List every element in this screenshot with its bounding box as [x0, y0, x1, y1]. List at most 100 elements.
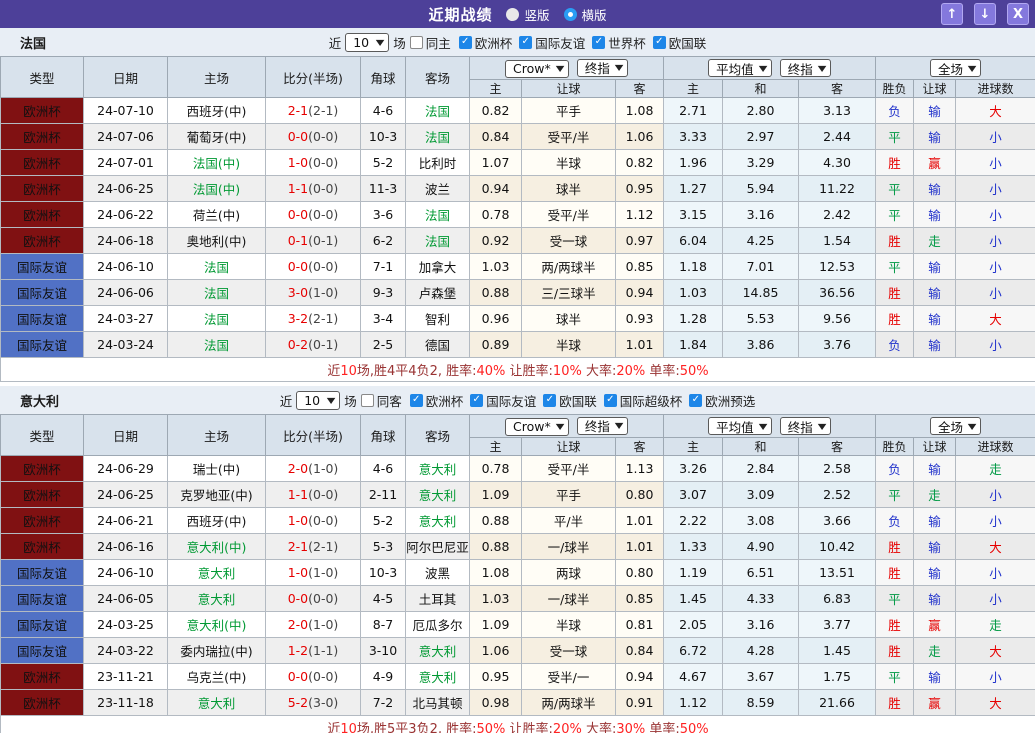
away-team-cell: 法国: [406, 202, 470, 228]
competition-checkbox[interactable]: ✓欧洲预选: [689, 391, 755, 410]
handicap-cell: 一/球半: [522, 586, 616, 612]
final-index-select[interactable]: 终指▼: [577, 417, 628, 435]
filters-bar: 近 10 ▼ 场 同客 ✓欧洲杯✓国际友谊✓欧国联✓国际超级杯✓欧洲预选: [280, 391, 756, 410]
match-date-cell: 24-06-21: [84, 508, 168, 534]
handicap-cell: 两球: [522, 560, 616, 586]
final-index-select[interactable]: 终指▼: [780, 59, 831, 77]
full-match-select[interactable]: 全场▼: [930, 417, 981, 435]
result-wdl-cell: 平: [876, 254, 914, 280]
odds-home-cell: 1.08: [470, 560, 522, 586]
col-avg-away: 客: [799, 438, 876, 456]
final-index-select[interactable]: 终指▼: [577, 59, 628, 77]
match-type-cell: 欧洲杯: [1, 482, 84, 508]
layout-radio-vertical[interactable]: 竖版: [506, 5, 549, 24]
chevron-down-icon: ▼: [818, 422, 827, 431]
match-type-cell: 欧洲杯: [1, 150, 84, 176]
odds-away-cell: 0.97: [616, 228, 664, 254]
move-down-button[interactable]: ↓: [974, 3, 996, 25]
match-type-cell: 欧洲杯: [1, 176, 84, 202]
competition-filters: ✓欧洲杯✓国际友谊✓欧国联✓国际超级杯✓欧洲预选: [410, 391, 756, 410]
match-type-cell: 欧洲杯: [1, 456, 84, 482]
same-venue-checkbox[interactable]: 同客: [361, 391, 402, 410]
avg-away-cell: 10.42: [799, 534, 876, 560]
odds-away-cell: 0.81: [616, 612, 664, 638]
competition-checkbox[interactable]: ✓国际友谊: [519, 33, 585, 52]
competition-checkbox[interactable]: ✓欧国联: [543, 391, 597, 410]
competition-checkbox[interactable]: ✓欧洲杯: [459, 33, 513, 52]
avg-home-cell: 1.84: [664, 332, 723, 358]
move-up-button[interactable]: ↑: [941, 3, 963, 25]
avg-away-cell: 3.76: [799, 332, 876, 358]
match-row: 国际友谊24-03-27法国3-2(2-1)3-4智利0.96球半0.931.2…: [1, 306, 1035, 332]
layout-radio-horizontal[interactable]: 横版: [564, 5, 607, 24]
competition-checkbox[interactable]: ✓世界杯: [592, 33, 646, 52]
checkbox-checked-icon: ✓: [410, 394, 423, 407]
avg-draw-cell: 3.16: [723, 612, 799, 638]
result-handicap-cell: 走: [914, 228, 956, 254]
competition-checkbox[interactable]: ✓国际超级杯: [604, 391, 683, 410]
recent-count-value: 10: [353, 35, 369, 50]
checkbox-checked-icon: ✓: [689, 394, 702, 407]
full-match-select[interactable]: 全场▼: [930, 59, 981, 77]
matches-tbody: 欧洲杯24-06-29瑞士(中)2-0(1-0)4-6意大利0.78受平/半1.…: [1, 456, 1035, 716]
average-select[interactable]: 平均值▼: [708, 417, 772, 435]
match-date-cell: 24-03-25: [84, 612, 168, 638]
match-date-cell: 24-06-06: [84, 280, 168, 306]
same-venue-checkbox[interactable]: 同主: [410, 33, 451, 52]
match-row: 欧洲杯24-06-21西班牙(中)1-0(0-0)5-2意大利0.88平/半1.…: [1, 508, 1035, 534]
match-row: 欧洲杯24-07-10西班牙(中)2-1(2-1)4-6法国0.82平手1.08…: [1, 98, 1035, 124]
competition-label: 欧洲预选: [705, 391, 755, 410]
result-wdl-cell: 平: [876, 586, 914, 612]
radio-label-text: 竖版: [524, 5, 549, 24]
bookmaker-select[interactable]: Crow*▼: [505, 60, 569, 78]
chevron-down-icon: ▼: [376, 38, 385, 47]
summary-label: 场,胜5平3负2, 胜率:: [357, 722, 477, 733]
competition-checkbox[interactable]: ✓国际友谊: [470, 391, 536, 410]
recent-count-select[interactable]: 10 ▼: [296, 391, 340, 410]
chevron-down-icon: ▼: [327, 396, 336, 405]
competition-checkbox[interactable]: ✓欧国联: [653, 33, 707, 52]
competition-label: 欧洲杯: [475, 33, 513, 52]
odds-away-cell: 1.01: [616, 534, 664, 560]
col-odds-home: 主: [470, 438, 522, 456]
avg-home-cell: 3.07: [664, 482, 723, 508]
filters-bar: 近 10 ▼ 场 同主 ✓欧洲杯✓国际友谊✓世界杯✓欧国联: [329, 33, 707, 52]
score-cell: 0-0(0-0): [266, 254, 361, 280]
odds-away-cell: 0.85: [616, 254, 664, 280]
matches-table: 类型 日期 主场 比分(半场) 角球 客场 Crow*▼ 终指▼ 平均值▼ 终指…: [0, 56, 1035, 382]
result-goals-cell: 小: [956, 124, 1035, 150]
close-button[interactable]: X: [1007, 3, 1029, 25]
score-cell: 2-1(2-1): [266, 534, 361, 560]
col-score: 比分(半场): [266, 57, 361, 98]
match-row: 国际友谊24-03-22委内瑞拉(中)1-2(1-1)3-10意大利1.06受一…: [1, 638, 1035, 664]
corner-cell: 10-3: [361, 560, 406, 586]
away-team-cell: 法国: [406, 98, 470, 124]
section-header: 法国 近 10 ▼ 场 同主 ✓欧洲杯✓国际友谊✓世界杯✓欧国联: [0, 28, 1035, 56]
result-handicap-cell: 走: [914, 482, 956, 508]
match-date-cell: 24-07-10: [84, 98, 168, 124]
avg-draw-cell: 3.08: [723, 508, 799, 534]
recent-count-select[interactable]: 10 ▼: [345, 33, 389, 52]
average-odds-header: 平均值▼ 终指▼: [664, 415, 876, 438]
handicap-cell: 平手: [522, 98, 616, 124]
handicap-cell: 受平/半: [522, 202, 616, 228]
match-type-cell: 欧洲杯: [1, 124, 84, 150]
home-team-cell: 法国: [168, 332, 266, 358]
result-wdl-cell: 负: [876, 508, 914, 534]
final-index-select[interactable]: 终指▼: [780, 417, 831, 435]
average-select[interactable]: 平均值▼: [708, 59, 772, 77]
summary-value: 50%: [477, 722, 506, 733]
bookmaker-select[interactable]: Crow*▼: [505, 418, 569, 436]
competition-checkbox[interactable]: ✓欧洲杯: [410, 391, 464, 410]
result-handicap-cell: 走: [914, 638, 956, 664]
match-date-cell: 24-03-27: [84, 306, 168, 332]
result-goals-cell: 大: [956, 98, 1035, 124]
summary-row: 近10场,胜5平3负2, 胜率:50% 让胜率:20% 大率:30% 单率:50…: [1, 716, 1035, 733]
avg-draw-cell: 2.97: [723, 124, 799, 150]
handicap-cell: 平手: [522, 482, 616, 508]
away-team-cell: 德国: [406, 332, 470, 358]
away-team-cell: 比利时: [406, 150, 470, 176]
odds-away-cell: 0.82: [616, 150, 664, 176]
home-team-cell: 法国(中): [168, 150, 266, 176]
col-avg-home: 主: [664, 80, 723, 98]
